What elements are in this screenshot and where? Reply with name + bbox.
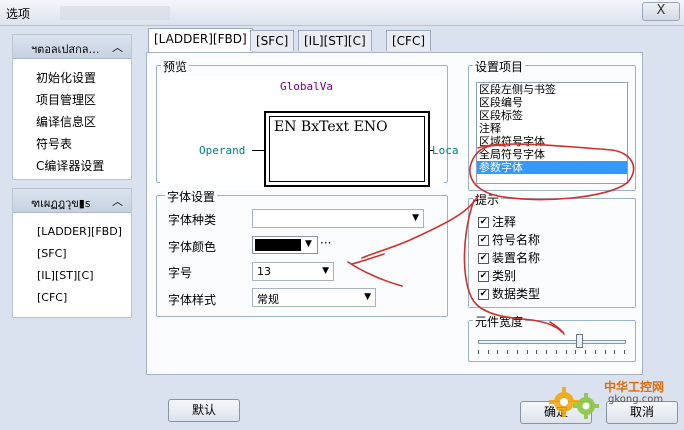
tab-cfc[interactable]: [CFC] (386, 30, 432, 51)
options-dialog: 选项 X ฯตอลเปสกล… ︿ 初始化设置 项目管理区 编译信息区 符号表 … (0, 0, 684, 430)
slider-tick (516, 350, 518, 354)
settings-items-list[interactable]: 区段左侧与书签 区段编号 区段标签 注释 区域符号字体 全局符号字体 参数字体 (476, 82, 628, 184)
slider-tick (565, 350, 567, 354)
checkbox-checked-icon[interactable]: ✔ (478, 253, 489, 264)
slider-tick (594, 350, 596, 354)
sidebar-item-project[interactable]: 项目管理区 (36, 91, 96, 108)
width-slider-track[interactable] (478, 340, 626, 344)
list-item[interactable]: 区域符号字体 (477, 135, 627, 148)
tab-il-st-c[interactable]: [IL][ST][C] (298, 30, 372, 51)
font-color-picker[interactable]: ▼ (252, 236, 318, 254)
preview-group: 预览 GlobalVa EN BxText ENO Operand Loca (156, 58, 459, 187)
sidebar-item-ladder-fbd[interactable]: [LADDER][FBD] (37, 225, 122, 238)
slider-tick (507, 350, 509, 354)
slider-tick (546, 350, 548, 354)
checkbox-checked-icon[interactable]: ✔ (478, 235, 489, 246)
default-button[interactable]: 默认 (168, 399, 240, 422)
preview-legend: 预览 (161, 58, 190, 75)
list-item[interactable]: 注释 (477, 122, 627, 135)
font-size-select[interactable]: 13 ▼ (252, 262, 334, 281)
tab-sfc[interactable]: [SFC] (250, 30, 295, 51)
sidebar-editor-header[interactable]: ฑเผฏฎวุข▮s ︿ (13, 189, 131, 213)
fbd-block-text: EN BxText ENO (274, 119, 388, 135)
font-size-label: 字号 (168, 266, 193, 280)
font-style-select[interactable]: 常规 ▼ (252, 288, 376, 307)
hint-data-type-checkbox[interactable]: ✔ 数据类型 (478, 285, 540, 302)
preview-operand: Operand (199, 144, 246, 157)
sidebar-editor-title: ฑเผฏฎวุข▮s (31, 197, 91, 210)
chevron-down-icon: ▼ (322, 266, 329, 276)
chevron-down-icon: ▼ (364, 292, 371, 302)
list-item[interactable]: 区段编号 (477, 96, 627, 109)
preview-global-var: GlobalVa (280, 80, 333, 93)
slider-tick (575, 350, 577, 354)
preview-local: Loca (432, 144, 459, 157)
slider-tick (614, 350, 616, 354)
list-item[interactable]: 区段左侧与书签 (477, 83, 627, 96)
checkbox-checked-icon[interactable]: ✔ (478, 271, 489, 282)
tab-ladder-fbd[interactable]: [LADDER][FBD] (148, 28, 253, 52)
slider-tick (604, 350, 606, 354)
font-style-label: 字体样式 (168, 293, 217, 307)
slider-tick (585, 350, 587, 354)
hints-legend: 提示 (473, 191, 502, 208)
slider-tick (624, 350, 625, 354)
checkbox-checked-icon[interactable]: ✔ (478, 289, 489, 300)
operand-line (252, 150, 264, 151)
list-item-selected[interactable]: 参数字体 (477, 161, 627, 174)
sidebar-item-symbols[interactable]: 符号表 (36, 135, 72, 152)
sidebar-item-il-st-c[interactable]: [IL][ST][C] (37, 269, 94, 282)
slider-tick (555, 350, 557, 354)
hint-device-name-checkbox[interactable]: ✔ 装置名称 (478, 249, 540, 266)
checkbox-checked-icon[interactable]: ✔ (478, 217, 489, 228)
close-button[interactable]: X (642, 2, 680, 21)
chevron-up-icon[interactable]: ︿ (112, 39, 123, 55)
font-color-label: 字体颜色 (168, 240, 217, 254)
list-item[interactable]: 全局符号字体 (477, 148, 627, 161)
font-color-more-button[interactable]: ··· (320, 236, 331, 250)
sidebar-item-compile-info[interactable]: 编译信息区 (36, 113, 96, 130)
hint-symbol-name-checkbox[interactable]: ✔ 符号名称 (478, 231, 540, 248)
watermark-domain: gkong.com (608, 394, 664, 405)
watermark: 中华工控网 gkong.com (546, 378, 681, 426)
gear-logo-icon (549, 387, 599, 419)
sidebar-general-panel: ฯตอลเปสกล… ︿ 初始化设置 项目管理区 编译信息区 符号表 C编译器设… (12, 34, 132, 180)
chevron-up-icon[interactable]: ︿ (112, 193, 123, 209)
font-type-label: 字体种类 (168, 213, 217, 227)
sidebar-item-sfc[interactable]: [SFC] (37, 247, 67, 260)
slider-tick (536, 350, 538, 354)
sidebar-item-init[interactable]: 初始化设置 (36, 69, 96, 86)
hint-category-checkbox[interactable]: ✔ 类别 (478, 267, 516, 284)
preview-canvas: GlobalVa EN BxText ENO Operand Loca (160, 76, 459, 187)
sidebar-general-title: ฯตอลเปสกล… (31, 43, 100, 56)
title-bar: 选项 X (0, 0, 684, 26)
color-swatch (255, 239, 301, 251)
list-item[interactable]: 区段标签 (477, 109, 627, 122)
settings-items-legend: 设置项目 (473, 58, 526, 75)
font-type-select[interactable]: ▼ (252, 209, 424, 228)
width-slider-thumb[interactable] (575, 334, 583, 348)
window-title: 选项 (6, 7, 31, 21)
watermark-brand: 中华工控网 (604, 380, 665, 394)
sidebar-editor-panel: ฑเผฏฎวุข▮s ︿ [LADDER][FBD] [SFC] [IL][ST… (12, 188, 132, 318)
slider-tick (478, 350, 479, 354)
slider-tick (526, 350, 528, 354)
title-obscured (60, 6, 170, 20)
slider-tick (497, 350, 499, 354)
sidebar-item-cfc[interactable]: [CFC] (37, 291, 67, 304)
sidebar-item-c-compiler[interactable]: C编译器设置 (36, 157, 104, 174)
slider-tick (487, 350, 489, 354)
hint-comment-checkbox[interactable]: ✔ 注释 (478, 213, 516, 230)
width-slider-ticks (478, 350, 626, 354)
font-settings-legend: 字体设置 (165, 188, 218, 205)
chevron-down-icon: ▼ (305, 239, 312, 249)
element-width-legend: 元件宽度 (473, 313, 526, 330)
chevron-down-icon: ▼ (412, 213, 419, 223)
sidebar-general-header[interactable]: ฯตอลเปสกล… ︿ (13, 35, 131, 59)
fbd-block: EN BxText ENO (264, 111, 430, 187)
